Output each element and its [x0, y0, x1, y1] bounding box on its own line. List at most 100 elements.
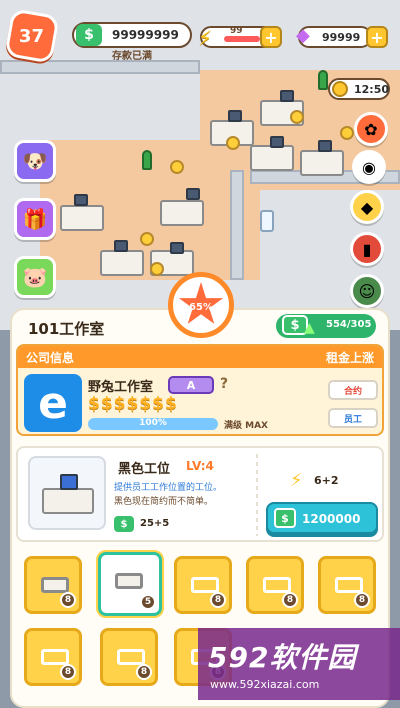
company-logo: e: [24, 374, 82, 432]
desk[interactable]: [160, 200, 204, 226]
desk-icon: [191, 577, 219, 593]
monitor: [228, 110, 242, 122]
office-name: 101工作室: [28, 320, 105, 338]
dog-menu-button[interactable]: 🐶: [14, 140, 56, 182]
slot-count: 5: [140, 594, 156, 610]
money-status: 存款已满: [112, 51, 152, 62]
worker-avatar[interactable]: [226, 136, 240, 150]
contract-button[interactable]: 合约: [328, 380, 378, 400]
worker-avatar[interactable]: [340, 126, 354, 140]
company-name: 野兔工作室: [88, 380, 154, 395]
plant: [142, 150, 152, 170]
monitor: [280, 90, 294, 102]
watermark-url: www.592xiazai.com: [210, 678, 320, 691]
worker-avatar[interactable]: [150, 262, 164, 276]
monitor: [114, 240, 128, 252]
energy-value: 99: [230, 26, 243, 36]
rating-max-label: 满级 MAX: [224, 421, 268, 431]
capacity-indicator: $ ▲ 554/305: [276, 314, 376, 338]
worker-avatar[interactable]: [170, 160, 184, 174]
money-amount: 99999999: [112, 28, 179, 42]
gem-counter[interactable]: ◆ 99999: [296, 25, 372, 48]
wheel-icon: ◉: [362, 157, 376, 177]
upgrade-cost: 1200000: [302, 512, 361, 526]
desk-icon: [117, 649, 145, 665]
monitor: [270, 136, 284, 148]
profile-button[interactable]: ☺: [350, 274, 384, 308]
book-button[interactable]: ▮: [350, 232, 384, 266]
desk-slot[interactable]: 8: [24, 556, 82, 614]
desk[interactable]: [300, 150, 344, 176]
income-value: 25+5: [140, 518, 170, 529]
desk-icon: [263, 577, 291, 593]
energy-bar: [224, 36, 260, 42]
company-grade: A: [168, 376, 214, 394]
settings-button[interactable]: ✿: [354, 112, 388, 146]
staff-button[interactable]: 员工: [328, 408, 378, 428]
monitor: [60, 474, 78, 490]
desk-slot[interactable]: 8: [100, 628, 158, 686]
shop-icon: ◆: [360, 197, 374, 217]
desk-icon: [335, 577, 363, 593]
desk-icon: [41, 649, 69, 665]
progress-badge: 65%: [168, 272, 234, 338]
slot-count: 8: [282, 592, 298, 608]
piggy-bank-button[interactable]: 🐷: [14, 256, 56, 298]
progress-value: 65%: [189, 301, 213, 313]
wall: [0, 60, 200, 74]
upgrade-card: 黑色工位 LV:4 提供员工工作位置的工位。 黑色现在简约而不简单。 $ 25+…: [16, 446, 384, 542]
slot-count: 8: [354, 592, 370, 608]
piggy-bank-icon: 🐷: [22, 265, 48, 289]
worker-avatar[interactable]: [290, 110, 304, 124]
monitor: [74, 194, 88, 206]
desk-icon: [41, 577, 69, 593]
cash-icon: $: [114, 516, 134, 532]
company-header: 公司信息 租金上涨: [18, 346, 382, 368]
player-level: 37: [19, 25, 45, 47]
slot-count: 8: [60, 664, 76, 680]
desk[interactable]: [100, 250, 144, 276]
rating-percent: 100%: [139, 418, 167, 428]
slot-count: 8: [136, 664, 152, 680]
wheel-button[interactable]: ◉: [352, 150, 386, 184]
watermark-title: 592软件园: [208, 641, 357, 674]
bolt-icon: ⚡: [198, 26, 213, 50]
add-energy-button[interactable]: +: [260, 26, 282, 48]
cash-icon: $: [274, 508, 296, 528]
gift-button[interactable]: 🎁: [14, 198, 56, 240]
money-counter[interactable]: $ 99999999: [72, 22, 192, 48]
energy-bonus: 6+2: [314, 474, 339, 487]
shop-button[interactable]: ◆: [350, 190, 384, 224]
desk[interactable]: [250, 145, 294, 171]
plant: [318, 70, 328, 90]
desk-slot[interactable]: 8: [24, 628, 82, 686]
gift-icon: 🎁: [22, 207, 48, 231]
watermark: 592软件园 www.592xiazai.com: [198, 628, 400, 700]
item-level: LV:4: [186, 459, 214, 473]
avatar: ☺: [358, 281, 376, 301]
monitor: [170, 242, 184, 254]
upgrade-buy-button[interactable]: $ 1200000: [266, 502, 378, 534]
help-icon[interactable]: ?: [220, 376, 228, 392]
company-info-card: 公司信息 租金上涨 e 野兔工作室 A ? $$$$$$$ 100% 满级 MA…: [16, 344, 384, 436]
player-level-badge[interactable]: 37: [4, 8, 60, 64]
desk-slot[interactable]: 5: [98, 552, 162, 616]
company-header-title: 公司信息: [26, 350, 75, 365]
monitor: [318, 140, 332, 152]
desk-slot[interactable]: 8: [318, 556, 376, 614]
worker-avatar[interactable]: [140, 232, 154, 246]
add-gems-button[interactable]: +: [366, 26, 388, 48]
clock-icon: [332, 81, 348, 97]
slot-count: 8: [210, 592, 226, 608]
up-arrow-icon: ▲: [304, 320, 315, 336]
desk-slot[interactable]: 8: [246, 556, 304, 614]
gem-amount: 99999: [322, 31, 361, 44]
desk[interactable]: [60, 205, 104, 231]
book-icon: ▮: [362, 239, 372, 259]
monitor: [186, 188, 200, 200]
item-flavor-text: 黑色现在简约而不简单。: [114, 497, 214, 507]
desk-slot[interactable]: 8: [174, 556, 232, 614]
wall: [230, 170, 244, 280]
rent-increase-label: 租金上涨: [325, 350, 374, 365]
water-cooler: [260, 210, 274, 232]
